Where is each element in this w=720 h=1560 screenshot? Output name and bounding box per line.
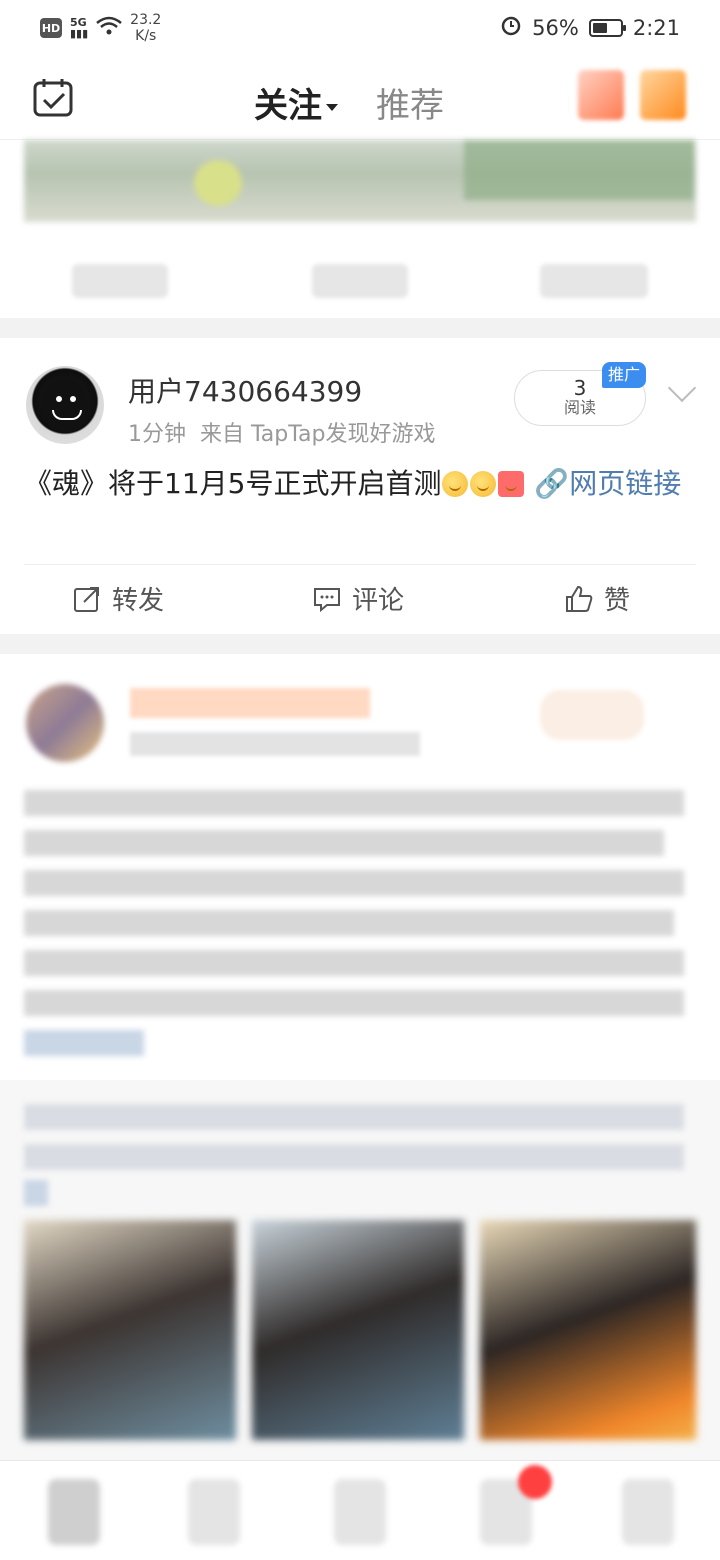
thumbs-up-icon [566, 585, 593, 612]
blurred-nav-icon[interactable] [578, 70, 624, 120]
avatar-face [42, 378, 88, 432]
blurred-text-line [24, 910, 674, 936]
blurred-action-button[interactable] [312, 264, 408, 298]
battery-icon [588, 18, 626, 37]
status-right: 56% 2:21 [500, 14, 680, 41]
wifi-icon [96, 16, 122, 41]
emoji-icon [442, 471, 469, 497]
blurred-text-line [24, 1104, 684, 1130]
notification-badge [518, 1465, 552, 1499]
blurred-text-line [24, 1144, 684, 1170]
blurred-photo[interactable] [24, 1220, 236, 1440]
post-text: 《魂》将于11月5号正式开启首测 [24, 467, 442, 500]
tab-follow[interactable]: 关注 [254, 78, 338, 131]
repost-icon [74, 586, 99, 612]
web-link[interactable]: 🔗网页链接 [534, 467, 681, 500]
blurred-nav-tab[interactable] [622, 1479, 674, 1545]
blurred-nav-tab[interactable] [334, 1479, 386, 1545]
blurred-text-line [24, 950, 684, 976]
avatar[interactable] [26, 366, 104, 444]
tab-recommend[interactable]: 推荐 [376, 78, 444, 127]
previous-post-actions [0, 250, 720, 314]
clock-time: 2:21 [632, 15, 680, 40]
like-button[interactable]: 赞 [564, 580, 630, 617]
blurred-nav-tab[interactable] [48, 1479, 100, 1545]
blurred-text-line [24, 830, 664, 856]
emoji-icon [470, 471, 497, 497]
blurred-avatar[interactable] [26, 684, 104, 762]
blurred-quoted-post[interactable] [0, 1080, 720, 1460]
status-left: HD 5G ▮▮▮ 23.2 K/s [40, 12, 161, 44]
comment-label: 评论 [352, 586, 405, 616]
blurred-follow-pill[interactable] [540, 690, 644, 740]
tab-follow-label: 关注 [254, 86, 322, 126]
comment-icon [314, 587, 340, 612]
repost-button[interactable]: 转发 [72, 580, 164, 617]
comment-button[interactable]: 评论 [312, 580, 404, 617]
blurred-text-line [24, 990, 684, 1016]
image-shape [464, 140, 694, 200]
blurred-action-button[interactable] [540, 264, 648, 298]
image-shape [194, 160, 242, 206]
divider [24, 564, 696, 565]
signal-5g-icon: 5G ▮▮▮ [70, 16, 89, 40]
blurred-link[interactable] [24, 1030, 144, 1056]
blurred-action-button[interactable] [72, 264, 168, 298]
post-content: 《魂》将于11月5号正式开启首测 🔗网页链接 [24, 464, 696, 504]
blurred-text-line [24, 790, 684, 816]
link-icon: 🔗 [534, 467, 570, 500]
weibo-feed-page: HD 5G ▮▮▮ 23.2 K/s 56% 2:21 关注 推荐 用户7430… [0, 0, 720, 1560]
blurred-post-meta [130, 732, 420, 756]
post-username[interactable]: 用户7430664399 [128, 370, 362, 410]
blurred-photo[interactable] [480, 1220, 696, 1440]
alarm-icon [500, 14, 522, 41]
promo-badge: 推广 [602, 362, 647, 388]
previous-post-card [0, 140, 720, 318]
top-navigation: 关注 推荐 [0, 56, 720, 140]
network-speed: 23.2 K/s [130, 12, 161, 44]
post-source: 来自 TapTap发现好游戏 [200, 422, 436, 447]
battery-percent: 56% [532, 15, 579, 40]
blurred-text-line [24, 870, 684, 896]
blurred-text-line [24, 1180, 48, 1206]
emoji-zan-icon [498, 471, 525, 497]
avatar-eye [56, 396, 62, 402]
chevron-down-icon[interactable] [667, 373, 697, 403]
check-in-calendar-icon[interactable] [32, 76, 76, 120]
post-time: 1分钟 [128, 422, 186, 447]
blurred-nav-icon[interactable] [640, 70, 686, 120]
post-actions: 转发 评论 赞 [0, 566, 720, 634]
like-label: 赞 [604, 586, 631, 616]
blurred-username[interactable] [130, 688, 370, 718]
read-label: 阅读 [563, 398, 596, 417]
web-link-label: 网页链接 [569, 467, 682, 500]
status-bar: HD 5G ▮▮▮ 23.2 K/s 56% 2:21 [0, 0, 720, 56]
bottom-navigation [0, 1460, 720, 1560]
blurred-photo[interactable] [252, 1220, 464, 1440]
hd-badge: HD [40, 18, 62, 38]
post-card: 用户7430664399 1分钟 来自 TapTap发现好游戏 3 阅读 推广 《… [0, 338, 720, 634]
repost-label: 转发 [112, 586, 165, 616]
network-speed-value: 23.2 [130, 12, 162, 28]
blurred-post-card [0, 654, 720, 1080]
network-speed-unit: K/s [135, 28, 157, 44]
post-meta: 1分钟 来自 TapTap发现好游戏 [128, 416, 435, 448]
blurred-nav-tab[interactable] [188, 1479, 240, 1545]
blurred-post-image [24, 140, 696, 222]
avatar-eye [70, 396, 76, 402]
caret-down-icon [326, 104, 338, 111]
